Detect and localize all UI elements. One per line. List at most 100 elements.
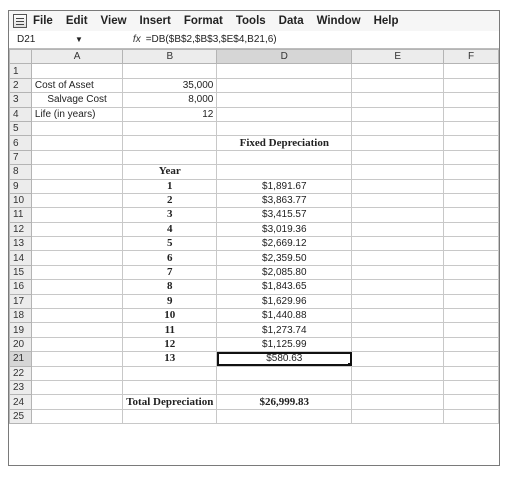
cell-e[interactable] (351, 207, 445, 223)
cell-b[interactable]: 13 (122, 351, 218, 367)
cell-b[interactable] (122, 63, 218, 79)
row-header[interactable]: 15 (9, 264, 32, 281)
cell-b[interactable]: 4 (122, 221, 218, 238)
column-header-e[interactable]: E (351, 48, 445, 65)
cell-d[interactable] (216, 379, 353, 396)
cell-e[interactable] (351, 408, 445, 425)
row-header[interactable]: 21 (9, 351, 32, 367)
cell-d[interactable]: $1,891.67 (216, 178, 353, 194)
cell-a[interactable]: Salvage Cost (30, 92, 124, 108)
cell-d[interactable]: $1,843.65 (216, 279, 353, 295)
cell-d[interactable]: $26,999.83 (216, 394, 353, 410)
cell-d[interactable]: Fixed Depreciation (216, 135, 353, 151)
workbook-icon[interactable] (13, 14, 27, 28)
cell-a[interactable] (30, 365, 124, 381)
row-header[interactable]: 8 (9, 164, 32, 180)
cell-a[interactable] (30, 221, 124, 238)
cell-d[interactable]: $1,440.88 (216, 308, 353, 324)
cell-f[interactable] (443, 250, 499, 266)
row-header[interactable]: 14 (9, 250, 32, 266)
row-header[interactable]: 1 (9, 63, 32, 79)
row-header[interactable]: 17 (9, 293, 32, 310)
cell-e[interactable] (351, 192, 445, 209)
row-header[interactable]: 16 (9, 279, 32, 295)
column-header-d[interactable]: D (216, 48, 353, 65)
row-header[interactable]: 9 (9, 178, 32, 194)
cell-a[interactable] (30, 236, 124, 252)
cell-a[interactable] (30, 322, 124, 338)
row-header[interactable]: 10 (9, 192, 32, 209)
column-header-a[interactable]: A (30, 48, 124, 65)
cell-f[interactable] (443, 120, 499, 137)
cell-d[interactable] (216, 120, 353, 137)
menu-file[interactable]: File (33, 15, 53, 27)
cell-e[interactable] (351, 77, 445, 94)
cell-d[interactable]: $1,629.96 (216, 293, 353, 310)
cell-e[interactable] (351, 379, 445, 396)
row-header[interactable]: 5 (9, 120, 32, 137)
cell-a[interactable]: Life (in years) (30, 106, 124, 122)
cell-b[interactable]: 2 (122, 192, 218, 209)
cell-b[interactable]: 35,000 (122, 77, 218, 94)
cell-e[interactable] (351, 92, 445, 108)
cell-f[interactable] (443, 308, 499, 324)
menu-view[interactable]: View (101, 15, 127, 27)
cell-d[interactable]: $3,863.77 (216, 192, 353, 209)
cell-d[interactable]: $1,273.74 (216, 322, 353, 338)
cell-b[interactable]: 9 (122, 293, 218, 310)
cell-f[interactable] (443, 408, 499, 425)
column-header-f[interactable]: F (443, 48, 499, 65)
cell-a[interactable] (30, 135, 124, 151)
cell-e[interactable] (351, 351, 445, 367)
menu-window[interactable]: Window (317, 15, 361, 27)
cell-e[interactable] (351, 293, 445, 310)
cell-a[interactable]: Cost of Asset (30, 77, 124, 94)
cell-a[interactable] (30, 207, 124, 223)
menu-help[interactable]: Help (374, 15, 399, 27)
cell-e[interactable] (351, 149, 445, 166)
row-header[interactable]: 24 (9, 394, 32, 410)
cell-b[interactable] (122, 408, 218, 425)
cell-e[interactable] (351, 135, 445, 151)
cell-e[interactable] (351, 308, 445, 324)
cell-f[interactable] (443, 135, 499, 151)
cell-f[interactable] (443, 236, 499, 252)
cell-f[interactable] (443, 92, 499, 108)
cell-b[interactable]: 1 (122, 178, 218, 194)
menu-tools[interactable]: Tools (236, 15, 266, 27)
cell-b[interactable]: Total Depreciation (122, 394, 218, 410)
cell-b[interactable] (122, 120, 218, 137)
cell-d[interactable] (216, 77, 353, 94)
cell-e[interactable] (351, 120, 445, 137)
row-header[interactable]: 4 (9, 106, 32, 122)
cell-b[interactable] (122, 379, 218, 396)
cell-f[interactable] (443, 192, 499, 209)
row-header[interactable]: 18 (9, 308, 32, 324)
cell-f[interactable] (443, 279, 499, 295)
row-header[interactable]: 6 (9, 135, 32, 151)
cell-f[interactable] (443, 207, 499, 223)
row-header[interactable]: 11 (9, 207, 32, 223)
cell-f[interactable] (443, 351, 499, 367)
cell-a[interactable] (30, 192, 124, 209)
cell-a[interactable] (30, 63, 124, 79)
cell-f[interactable] (443, 322, 499, 338)
menu-data[interactable]: Data (279, 15, 304, 27)
cell-d[interactable] (216, 106, 353, 122)
cell-e[interactable] (351, 63, 445, 79)
cell-f[interactable] (443, 106, 499, 122)
cell-a[interactable] (30, 178, 124, 194)
row-header[interactable]: 19 (9, 322, 32, 338)
cell-f[interactable] (443, 178, 499, 194)
cell-d[interactable]: $3,415.57 (216, 207, 353, 223)
cell-d[interactable]: $2,669.12 (216, 236, 353, 252)
cell-e[interactable] (351, 279, 445, 295)
select-all-corner[interactable] (9, 48, 32, 65)
row-header[interactable]: 3 (9, 92, 32, 108)
cell-d[interactable] (216, 408, 353, 425)
cell-e[interactable] (351, 236, 445, 252)
column-header-b[interactable]: B (122, 48, 218, 65)
row-header[interactable]: 7 (9, 149, 32, 166)
menu-format[interactable]: Format (184, 15, 223, 27)
cell-a[interactable] (30, 149, 124, 166)
